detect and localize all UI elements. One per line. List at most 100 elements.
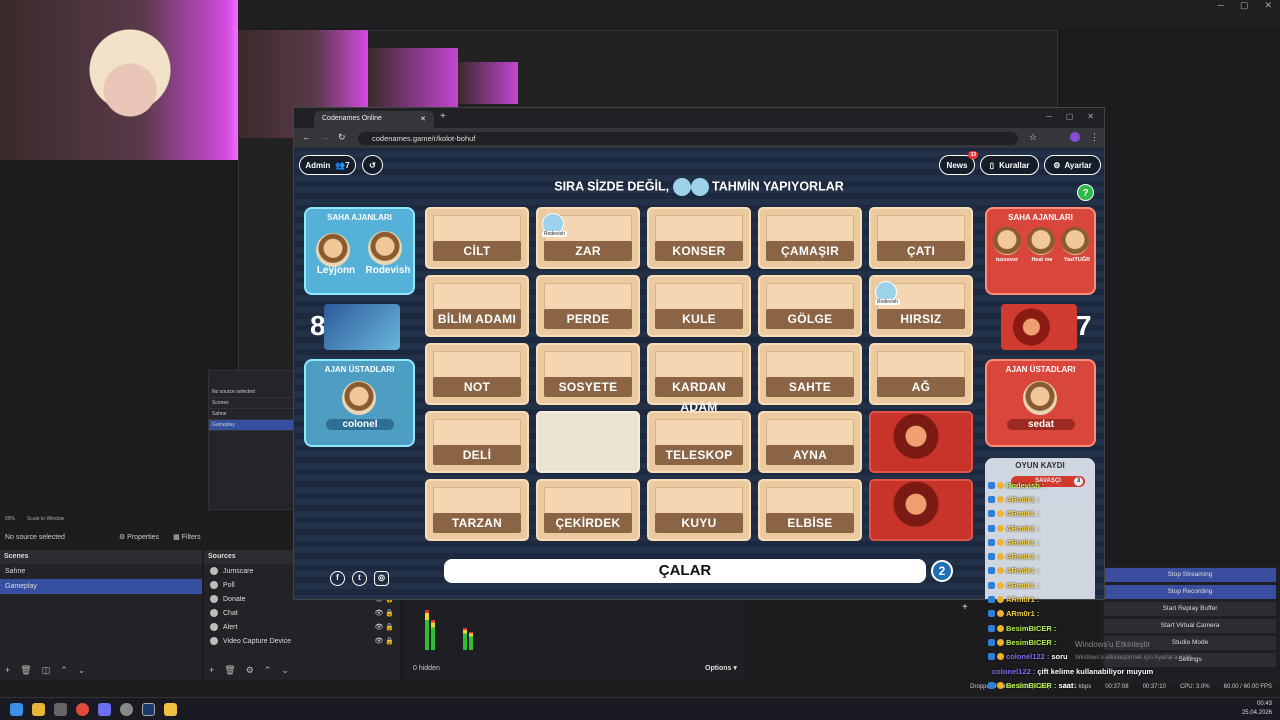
stop-recording-button[interactable]: Stop Recording <box>1104 585 1276 599</box>
start-virtual-camera-button[interactable]: Start Virtual Camera <box>1104 619 1276 633</box>
menu-icon[interactable]: ⋮ <box>1090 132 1099 143</box>
visibility-lock-icon[interactable]: 👁 🔒 <box>374 637 394 645</box>
turn-banner: SIRA SİZDE DEĞİL, TAHMİN YAPIYORLAR <box>294 178 1104 196</box>
chat-message: ARm0r1 : <box>988 578 1108 592</box>
word-card[interactable]: CİLT <box>425 207 529 269</box>
down-icon[interactable]: ⌄ <box>281 665 289 676</box>
word-card[interactable]: KUYU <box>647 479 751 541</box>
word-card[interactable]: AYNA <box>758 411 862 473</box>
instagram-icon[interactable]: ◎ <box>374 571 389 586</box>
visibility-lock-icon[interactable]: 👁 🔒 <box>374 623 394 631</box>
scene-item[interactable]: Sahne <box>0 564 202 579</box>
word-card[interactable]: TARZAN <box>425 479 529 541</box>
file-explorer-icon[interactable] <box>32 703 45 716</box>
properties-button[interactable]: ⚙ Properties <box>119 533 159 541</box>
word-card[interactable]: SAHTE <box>758 343 862 405</box>
discord-icon[interactable] <box>98 703 111 716</box>
forward-icon[interactable]: → <box>320 132 329 142</box>
word-card[interactable]: KULE <box>647 275 751 337</box>
blue-operatives-panel: SAHA AJANLARI Leyjonn Rodevish <box>304 207 415 295</box>
options-button[interactable]: Options ▾ <box>705 664 737 672</box>
start-replay-button[interactable]: Start Replay Buffer <box>1104 602 1276 616</box>
word-card[interactable]: ZAR Rodevish <box>536 207 640 269</box>
card-top-panel <box>766 487 854 515</box>
steam-icon[interactable] <box>142 703 155 716</box>
reload-icon[interactable]: ↻ <box>338 132 346 143</box>
obs-icon[interactable] <box>120 703 133 716</box>
news-button[interactable]: News 33 <box>939 151 978 175</box>
player-name: Heal me <box>1031 257 1053 263</box>
word-card[interactable]: ELBİSE <box>758 479 862 541</box>
word-card[interactable] <box>869 411 973 473</box>
scene-item[interactable]: Gameplay <box>0 579 202 594</box>
source-item[interactable]: Chat 👁 🔒 <box>204 606 400 620</box>
profile-avatar[interactable] <box>1070 132 1080 142</box>
word-card[interactable]: NOT <box>425 343 529 405</box>
zoom-row[interactable]: 59% Scale to Window <box>5 516 64 522</box>
chat-badge-icon <box>988 653 995 661</box>
word-card[interactable]: GÖLGE <box>758 275 862 337</box>
close-icon[interactable]: ✕ <box>1264 0 1272 12</box>
source-item[interactable]: Alert 👁 🔒 <box>204 620 400 634</box>
word-card[interactable]: DELİ <box>425 411 529 473</box>
visibility-lock-icon[interactable]: 👁 🔒 <box>374 609 394 617</box>
word-card[interactable]: TELESKOP <box>647 411 751 473</box>
twitter-icon[interactable]: t <box>352 571 367 586</box>
new-tab-icon[interactable]: + <box>440 111 446 122</box>
up-icon[interactable]: ⌃ <box>60 665 68 676</box>
word-card[interactable]: KONSER <box>647 207 751 269</box>
filter-icon[interactable]: ◫ <box>42 665 51 676</box>
minimize-icon[interactable]: ─ <box>1046 112 1052 121</box>
back-icon[interactable]: ← <box>302 132 311 142</box>
word-card[interactable]: ÇEKİRDEK <box>536 479 640 541</box>
help-icon[interactable]: ? <box>1077 184 1094 201</box>
word-card[interactable]: PERDE <box>536 275 640 337</box>
taskbar-clock[interactable]: 00:43 25.04.2026 <box>1242 700 1272 718</box>
mini-no-source: No source selected <box>209 387 293 398</box>
add-icon[interactable]: + <box>209 665 214 676</box>
zoom-value[interactable]: 59% <box>5 516 15 522</box>
add-scene-plus-icon[interactable]: + <box>962 602 968 613</box>
maximize-icon[interactable]: ▢ <box>1066 112 1074 121</box>
app-icon[interactable] <box>164 703 177 716</box>
add-icon[interactable]: + <box>5 665 10 676</box>
chat-username: ARm0r1 : <box>1006 552 1040 562</box>
close-tab-icon[interactable]: ✕ <box>420 115 426 124</box>
window-controls[interactable]: ─ ▢ ✕ <box>1218 0 1272 12</box>
calendar-icon[interactable] <box>54 703 67 716</box>
word-card[interactable]: ÇATI <box>869 207 973 269</box>
close-icon[interactable]: ✕ <box>1087 112 1094 121</box>
word-card[interactable] <box>536 411 640 473</box>
chrome-icon[interactable] <box>76 703 89 716</box>
source-item[interactable]: Video Capture Device 👁 🔒 <box>204 634 400 648</box>
up-icon[interactable]: ⌃ <box>264 665 272 676</box>
word-card[interactable]: BİLİM ADAMI <box>425 275 529 337</box>
admin-button[interactable]: Admin 👥 7 <box>299 155 356 175</box>
word-card[interactable]: ÇAMAŞIR <box>758 207 862 269</box>
windows-start-icon[interactable] <box>10 703 23 716</box>
bookmark-star-icon[interactable]: ☆ <box>1029 132 1037 143</box>
down-icon[interactable]: ⌄ <box>78 665 86 676</box>
zoom-mode[interactable]: Scale to Window <box>27 516 64 522</box>
word-card[interactable]: SOSYETE <box>536 343 640 405</box>
word-card[interactable]: HIRSIZ Rodevish <box>869 275 973 337</box>
stop-streaming-button[interactable]: Stop Streaming <box>1104 568 1276 582</box>
delete-icon[interactable]: 🗑 <box>224 665 235 676</box>
word-card[interactable]: AĞ <box>869 343 973 405</box>
url-field[interactable]: codenames.game/r/kolot-bohuf <box>358 132 1018 145</box>
word-card[interactable] <box>869 479 973 541</box>
settings-game-button[interactable]: ⚙ Ayarlar <box>1044 155 1101 175</box>
facebook-icon[interactable]: f <box>330 571 345 586</box>
minimize-icon[interactable]: ─ <box>1218 0 1224 12</box>
chat-message: Rodevish : <box>988 478 1108 492</box>
delete-icon[interactable]: 🗑 <box>20 665 31 676</box>
chat-username: ARm0r1 : <box>1006 537 1040 547</box>
rules-button[interactable]: ▯ Kurallar <box>980 155 1039 175</box>
browser-tab[interactable]: Codenames Online ✕ <box>314 111 434 128</box>
card-word: AĞ <box>877 377 965 397</box>
word-card[interactable]: KARDAN ADAM <box>647 343 751 414</box>
filters-button[interactable]: ▦ Filters <box>173 533 201 541</box>
undo-icon[interactable]: ↺ <box>362 155 383 175</box>
gear-icon[interactable]: ⚙ <box>246 665 254 676</box>
maximize-icon[interactable]: ▢ <box>1240 0 1249 12</box>
